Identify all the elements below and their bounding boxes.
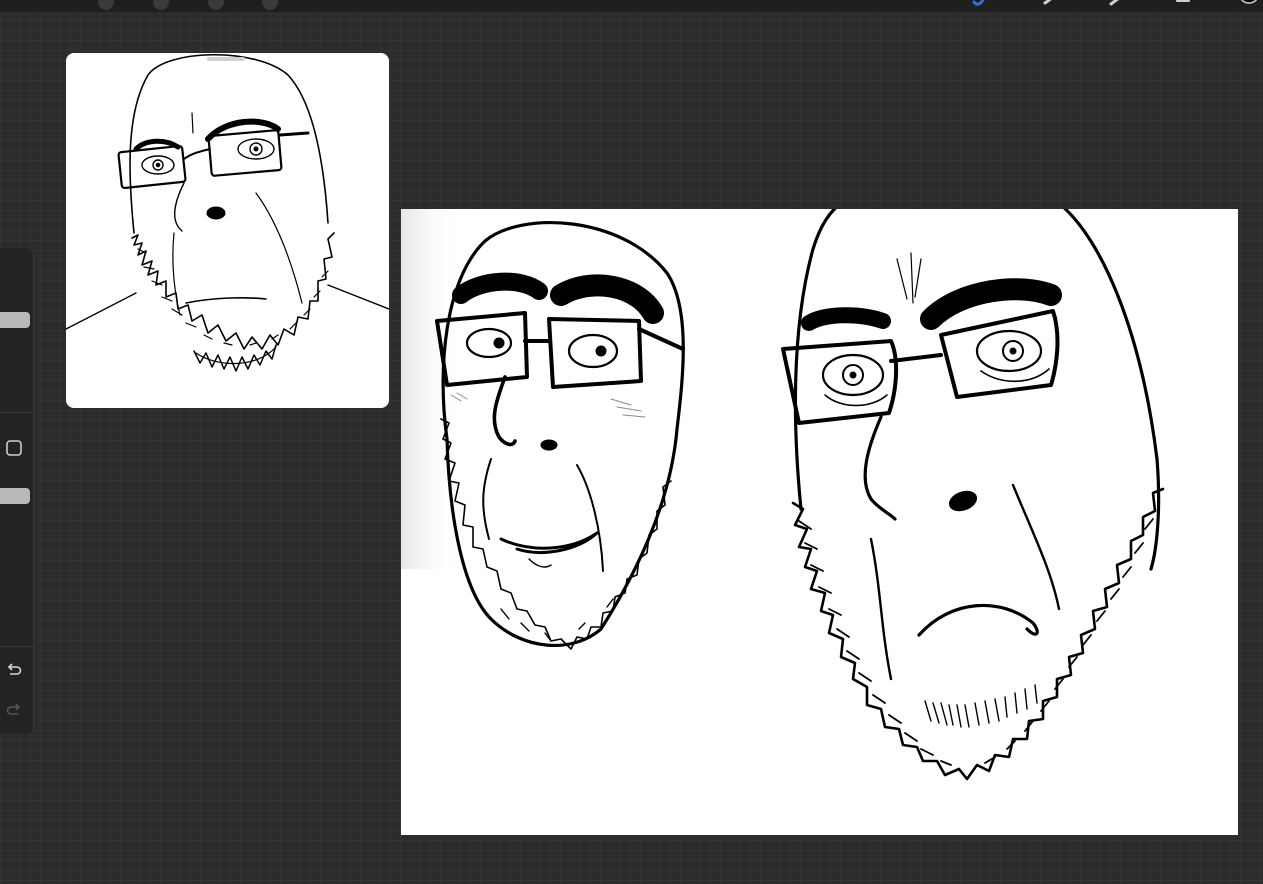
layers-icon[interactable] — [1175, 0, 1190, 8]
adjustments-icon[interactable] — [153, 0, 169, 10]
reference-window[interactable] — [66, 53, 389, 408]
sketch-artwork — [401, 209, 1165, 781]
right-face-sketch — [781, 209, 1165, 781]
color-swatch-icon[interactable] — [1238, 0, 1260, 8]
reference-image — [66, 54, 389, 372]
drawing-canvas[interactable] — [401, 209, 1238, 835]
eraser-icon[interactable] — [1108, 0, 1122, 8]
undo-button[interactable] — [3, 659, 25, 681]
divider — [0, 646, 33, 647]
actions-icon[interactable] — [98, 0, 114, 10]
transform-icon[interactable] — [262, 0, 278, 10]
square-icon — [6, 440, 22, 456]
redo-icon — [6, 703, 21, 715]
smudge-icon[interactable] — [1042, 0, 1056, 8]
selection-icon[interactable] — [208, 0, 224, 10]
redo-button[interactable] — [3, 699, 25, 721]
reference-drag-handle[interactable] — [207, 57, 245, 61]
sidebar — [0, 248, 33, 734]
divider — [0, 412, 33, 413]
left-face-sketch — [435, 221, 685, 650]
brush-size-slider[interactable] — [0, 312, 30, 328]
procreate-app — [0, 0, 1263, 884]
undo-icon — [7, 663, 22, 675]
brush-icon[interactable] — [972, 0, 986, 8]
modify-button[interactable] — [3, 437, 25, 459]
top-toolbar — [0, 0, 1263, 12]
opacity-slider[interactable] — [0, 488, 30, 504]
